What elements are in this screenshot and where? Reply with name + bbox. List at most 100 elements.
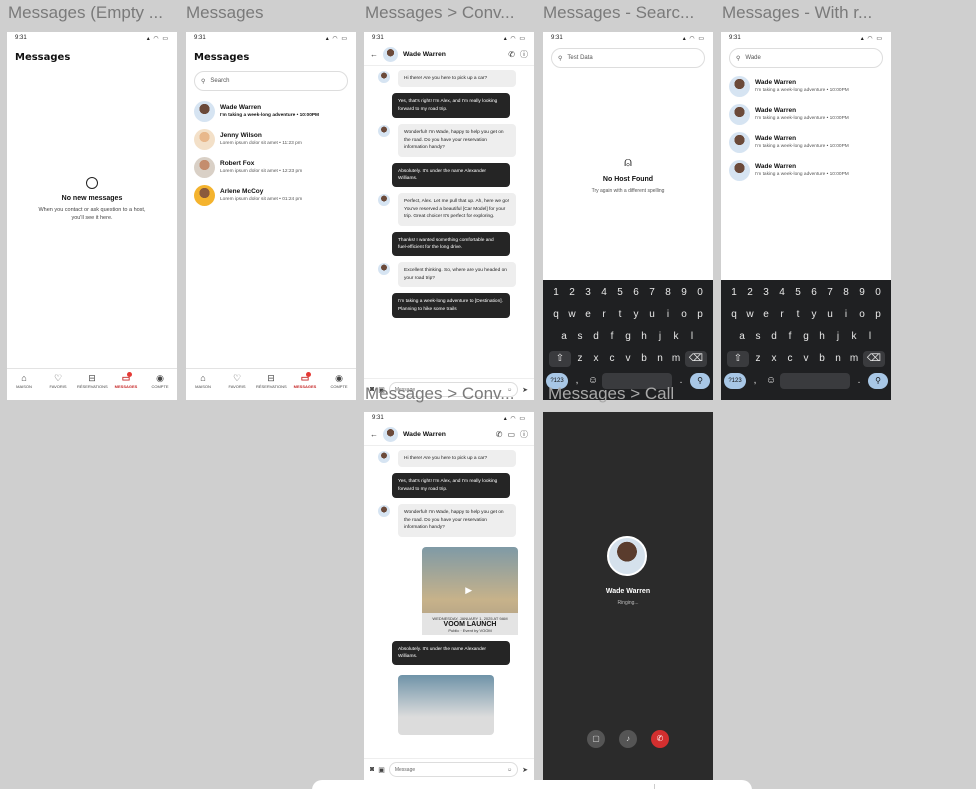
key[interactable]: d — [767, 329, 781, 345]
key[interactable]: 2 — [565, 285, 579, 301]
play-icon[interactable]: ▶ — [465, 585, 472, 596]
video-off-icon[interactable]: ▢ — [587, 730, 605, 748]
key[interactable]: s — [751, 329, 765, 345]
nav-compte[interactable]: ◉ COMPTE — [324, 373, 354, 389]
key[interactable]: f — [783, 329, 797, 345]
conversation-item[interactable]: Arlene McCoy Lorem ipsum dolor sit amet •… — [186, 181, 356, 209]
key[interactable]: k — [847, 329, 861, 345]
key[interactable]: q — [727, 307, 741, 323]
key[interactable]: 9 — [677, 285, 691, 301]
key[interactable]: s — [573, 329, 587, 345]
phone-icon[interactable]: ✆ — [508, 50, 515, 59]
key[interactable]: w — [565, 307, 579, 323]
key[interactable]: 4 — [775, 285, 789, 301]
search-result-item[interactable]: Wade Warren I'm taking a week-long advent… — [721, 156, 891, 184]
search-input[interactable]: ⚲ Wade — [729, 48, 883, 68]
key[interactable]: w — [743, 307, 757, 323]
image-attachment[interactable] — [398, 675, 494, 736]
backspace-key-icon[interactable]: ⌫ — [863, 351, 885, 367]
key[interactable]: c — [783, 351, 797, 367]
key[interactable]: n — [653, 351, 667, 367]
nav-messages[interactable]: ▭ MESSAGES — [111, 372, 141, 389]
back-arrow-icon[interactable]: ← — [370, 50, 378, 59]
key[interactable]: u — [823, 307, 837, 323]
key[interactable]: o — [677, 307, 691, 323]
key[interactable]: g — [621, 329, 635, 345]
key[interactable]: j — [653, 329, 667, 345]
comma-key[interactable]: , — [748, 373, 762, 389]
key[interactable]: u — [645, 307, 659, 323]
key[interactable]: 8 — [661, 285, 675, 301]
gallery-icon[interactable]: ▣ — [378, 766, 385, 774]
key[interactable]: l — [685, 329, 699, 345]
key[interactable]: j — [831, 329, 845, 345]
search-input[interactable]: ⚲ Search — [194, 71, 348, 91]
nav-favoris[interactable]: ♡ FAVORIS — [43, 373, 73, 389]
key[interactable]: e — [581, 307, 595, 323]
nav-maison[interactable]: ⌂ MAISON — [188, 373, 218, 389]
key[interactable]: t — [613, 307, 627, 323]
info-icon[interactable]: ⓘ — [520, 429, 528, 440]
key[interactable]: y — [629, 307, 643, 323]
search-result-item[interactable]: Wade Warren I'm taking a week-long advent… — [721, 128, 891, 156]
message-input[interactable]: Message ☺ — [388, 762, 519, 777]
numbers-key[interactable]: ?123 — [724, 373, 746, 389]
search-key-icon[interactable]: ⚲ — [868, 373, 888, 389]
video-attachment[interactable]: ▶ WEDNESDAY, JANUARY 1, 2025 AT 9AM VOOM … — [422, 546, 518, 635]
key[interactable]: z — [573, 351, 587, 367]
key[interactable]: x — [589, 351, 603, 367]
key[interactable]: 6 — [807, 285, 821, 301]
key[interactable]: k — [669, 329, 683, 345]
key[interactable]: 0 — [693, 285, 707, 301]
period-key[interactable]: . — [852, 373, 866, 389]
key[interactable]: i — [839, 307, 853, 323]
key[interactable]: a — [735, 329, 749, 345]
nav-reservations[interactable]: ⊟ RÉSERVATIONS — [256, 373, 287, 389]
emoji-icon[interactable]: ☺ — [507, 767, 512, 773]
key[interactable]: 5 — [791, 285, 805, 301]
key[interactable]: p — [693, 307, 707, 323]
key[interactable]: h — [637, 329, 651, 345]
phone-icon[interactable]: ✆ — [496, 430, 503, 439]
key[interactable]: c — [605, 351, 619, 367]
key[interactable]: r — [597, 307, 611, 323]
key[interactable]: 0 — [871, 285, 885, 301]
emoji-key-icon[interactable]: ☺ — [764, 373, 778, 389]
key[interactable]: x — [767, 351, 781, 367]
key[interactable]: 6 — [629, 285, 643, 301]
key[interactable]: 1 — [549, 285, 563, 301]
key[interactable]: v — [799, 351, 813, 367]
end-call-icon[interactable]: ✆ — [651, 730, 669, 748]
key[interactable]: y — [807, 307, 821, 323]
search-result-item[interactable]: Wade Warren I'm taking a week-long advent… — [721, 72, 891, 100]
nav-messages[interactable]: ▭ MESSAGES — [290, 372, 320, 389]
key[interactable]: h — [815, 329, 829, 345]
key[interactable]: 5 — [613, 285, 627, 301]
key[interactable]: b — [815, 351, 829, 367]
nav-maison[interactable]: ⌂ MAISON — [9, 373, 39, 389]
microphone-icon[interactable]: ♪ — [619, 730, 637, 748]
key[interactable]: p — [871, 307, 885, 323]
key[interactable]: f — [605, 329, 619, 345]
nav-reservations[interactable]: ⊟ RÉSERVATIONS — [77, 373, 108, 389]
search-result-item[interactable]: Wade Warren I'm taking a week-long advent… — [721, 100, 891, 128]
key[interactable]: v — [621, 351, 635, 367]
key[interactable]: 4 — [597, 285, 611, 301]
key[interactable]: l — [863, 329, 877, 345]
backspace-key-icon[interactable]: ⌫ — [685, 351, 707, 367]
key[interactable]: z — [751, 351, 765, 367]
key[interactable]: r — [775, 307, 789, 323]
key[interactable]: 3 — [581, 285, 595, 301]
key[interactable]: a — [557, 329, 571, 345]
send-icon[interactable]: ➤ — [522, 766, 528, 774]
search-input[interactable]: ⚲ Test Data — [551, 48, 705, 68]
key[interactable]: g — [799, 329, 813, 345]
key[interactable]: q — [549, 307, 563, 323]
back-arrow-icon[interactable]: ← — [370, 430, 378, 439]
conversation-item[interactable]: Robert Fox Lorem ipsum dolor sit amet • 1… — [186, 153, 356, 181]
shift-key-icon[interactable]: ⇧ — [549, 351, 571, 367]
key[interactable]: 9 — [855, 285, 869, 301]
conversation-item[interactable]: Jenny Wilson Lorem ipsum dolor sit amet •… — [186, 125, 356, 153]
space-key[interactable] — [780, 373, 850, 389]
key[interactable]: 1 — [727, 285, 741, 301]
